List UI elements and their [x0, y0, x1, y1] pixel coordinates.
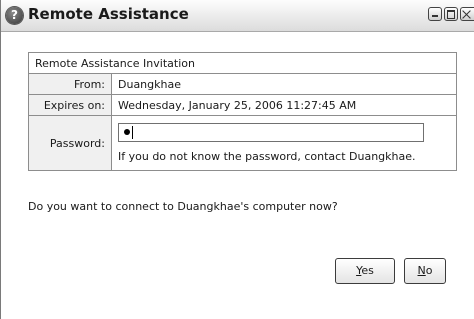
yes-button[interactable]: Yes	[335, 258, 395, 284]
invitation-header: Remote Assistance Invitation	[28, 52, 457, 74]
password-cell: If you do not know the password, contact…	[111, 115, 457, 171]
window-title: Remote Assistance	[28, 5, 189, 23]
close-icon[interactable]	[460, 7, 474, 21]
password-label: Password:	[28, 115, 112, 171]
help-icon: ?	[6, 7, 23, 24]
yes-label-rest: es	[361, 264, 374, 277]
no-label-rest: o	[425, 264, 433, 277]
expires-label: Expires on:	[28, 94, 112, 116]
remote-assistance-window: ? Remote Assistance Remote Assistance In…	[0, 0, 474, 319]
no-mnemonic: N	[417, 264, 426, 277]
connect-question: Do you want to connect to Duangkhae's co…	[28, 200, 338, 213]
expires-value: Wednesday, January 25, 2006 11:27:45 AM	[111, 94, 457, 116]
no-button[interactable]: No	[404, 258, 446, 284]
minimize-icon[interactable]	[428, 7, 442, 21]
password-mask-dot	[124, 129, 130, 135]
password-hint: If you do not know the password, contact…	[118, 150, 416, 163]
password-input[interactable]	[118, 123, 424, 142]
from-value: Duangkhae	[111, 73, 457, 95]
maximize-icon[interactable]	[444, 7, 458, 21]
title-bar[interactable]: ? Remote Assistance	[1, 0, 474, 32]
text-caret	[132, 126, 133, 139]
invitation-table: Remote Assistance Invitation From: Duang…	[28, 52, 457, 171]
from-label: From:	[28, 73, 112, 95]
